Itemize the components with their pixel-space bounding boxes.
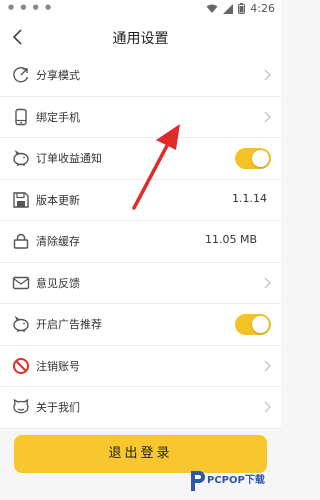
row-share-mode[interactable]: 分享模式: [0, 55, 281, 97]
row-cancel-account[interactable]: 注销账号: [0, 346, 281, 387]
row-feedback[interactable]: 意见反馈: [0, 263, 281, 304]
save-icon: [13, 191, 29, 208]
lock-icon: [13, 233, 29, 249]
chevron-right-icon: [264, 401, 271, 413]
about-face-icon: [13, 398, 29, 414]
piggy-bank-icon: [13, 315, 29, 332]
toggle-knob: [252, 150, 269, 167]
chevron-right-icon: [264, 69, 271, 81]
annotation-arrow-icon: [132, 124, 180, 210]
phone-icon: [15, 108, 27, 125]
wifi-icon: [206, 4, 218, 13]
chevron-right-icon: [264, 360, 271, 371]
piggy-bank-icon: [13, 149, 29, 166]
row-label: 绑定手机: [36, 110, 80, 124]
row-label: 开启广告推荐: [36, 318, 102, 331]
chevron-right-icon: [264, 111, 271, 122]
cache-size-value: 11.05 MB: [204, 233, 257, 246]
app-header: 通用设置: [0, 18, 281, 56]
row-clear-cache[interactable]: 清除缓存 11.05 MB: [0, 221, 281, 263]
pcpop-logo-icon: [191, 471, 205, 491]
notification-dots-icon: ● ● ● ●: [8, 3, 54, 11]
order-notification-toggle[interactable]: [235, 148, 271, 169]
row-label: 清除缓存: [36, 235, 80, 248]
row-label: 注销账号: [36, 359, 80, 373]
watermark-text: PCPOP下载: [207, 475, 265, 486]
row-label: 关于我们: [36, 401, 80, 414]
forbidden-icon: [13, 357, 29, 374]
version-value: 1.1.14: [232, 191, 267, 205]
settings-list: 分享模式 绑定手机 订单收益通知 版本更新 1.1.14 清除缓存 11.05 …: [0, 55, 281, 429]
battery-icon: [238, 3, 246, 14]
share-icon: [13, 67, 29, 83]
status-bar: ● ● ● ● 4:26: [0, 0, 281, 18]
watermark: PCPOP下载: [187, 468, 277, 494]
row-label: 意见反馈: [36, 276, 80, 290]
row-label: 订单收益通知: [36, 152, 102, 165]
row-ad-recommendation: 开启广告推荐: [0, 304, 281, 346]
mail-icon: [12, 276, 30, 289]
row-label: 分享模式: [36, 69, 80, 82]
status-time: 4:26: [250, 2, 275, 15]
chevron-right-icon: [264, 277, 271, 288]
ad-recommendation-toggle[interactable]: [235, 314, 271, 335]
row-label: 版本更新: [36, 193, 80, 207]
toggle-knob: [252, 316, 269, 333]
signal-icon: [223, 3, 234, 14]
page-title: 通用设置: [112, 31, 169, 47]
row-about-us[interactable]: 关于我们: [0, 387, 281, 429]
